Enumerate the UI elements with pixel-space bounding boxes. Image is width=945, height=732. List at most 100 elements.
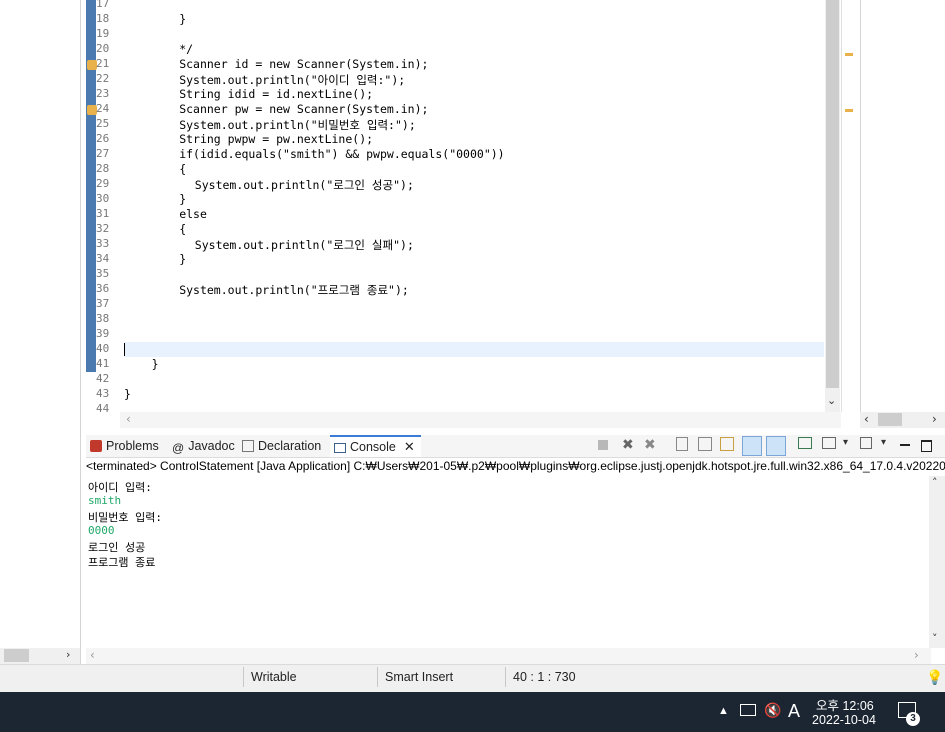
chevron-left-icon[interactable]: ‹ <box>126 412 131 426</box>
code-line[interactable]: String pwpw = pw.nextLine(); <box>179 132 373 146</box>
editor-vscroll[interactable]: ⌄ <box>825 0 840 412</box>
line-number: 17 <box>96 0 110 10</box>
console-input-line: smith <box>88 494 122 507</box>
console-process-label: <terminated> ControlStatement [Java Appl… <box>86 459 945 473</box>
problems-icon <box>90 440 102 452</box>
chevron-right-icon[interactable]: › <box>66 648 70 661</box>
notification-badge: 3 <box>906 712 920 726</box>
console-output-line: 로그인 성공 <box>88 541 146 554</box>
word-wrap-icon[interactable] <box>720 437 734 451</box>
package-explorer-pane <box>0 0 81 664</box>
clear-console-icon[interactable] <box>676 437 688 451</box>
current-line-highlight <box>124 342 824 357</box>
speaker-muted-icon[interactable]: 🔇 <box>764 702 781 719</box>
remove-launch-icon[interactable]: ✖ <box>622 437 638 453</box>
chevron-up-icon[interactable]: ▲ <box>718 705 729 717</box>
maximize-icon[interactable] <box>921 440 932 452</box>
code-line[interactable]: } <box>124 387 131 401</box>
console-icon <box>334 443 346 453</box>
warning-marker[interactable] <box>845 109 853 112</box>
chevron-right-icon[interactable]: › <box>932 412 937 426</box>
cursor-position[interactable]: 40 : 1 : 730 <box>513 670 576 684</box>
declaration-icon <box>242 440 254 452</box>
console-output-line: 프로그램 종료 <box>88 556 156 569</box>
chevron-up-icon[interactable]: ˄ <box>932 476 938 489</box>
code-line[interactable]: */ <box>179 42 193 56</box>
code-line[interactable]: { <box>179 222 186 236</box>
outline-hscroll[interactable]: ‹ › <box>860 412 945 428</box>
status-bar: Writable Smart Insert 40 : 1 : 730 💡 <box>0 664 945 693</box>
chevron-down-icon[interactable]: ⌄ <box>827 394 836 407</box>
code-line[interactable]: { <box>179 162 186 176</box>
console-vscroll[interactable]: ˄ ˅ <box>929 476 945 648</box>
code-line[interactable]: System.out.println("프로그램 종료"); <box>179 282 409 298</box>
scroll-thumb[interactable] <box>4 649 29 662</box>
chevron-down-icon[interactable]: ▾ <box>881 437 897 453</box>
console-hscroll[interactable]: ‹ › <box>86 648 931 664</box>
ime-indicator[interactable]: A <box>788 701 800 722</box>
code-line[interactable]: if(idid.equals("smith") && pwpw.equals("… <box>179 147 504 161</box>
chevron-down-icon[interactable]: ▾ <box>843 437 859 453</box>
code-line[interactable]: } <box>152 357 159 371</box>
display-console-icon[interactable] <box>822 437 836 449</box>
line-number: 27 <box>96 147 110 160</box>
minimize-icon[interactable] <box>900 444 910 446</box>
show-on-error-icon[interactable] <box>766 436 786 456</box>
windows-taskbar: ▲ 🔇 A 오후 12:06 2022-10-04 3 <box>0 692 945 732</box>
chevron-right-icon[interactable]: › <box>914 648 919 662</box>
code-line[interactable]: Scanner pw = new Scanner(System.in); <box>179 102 428 116</box>
clock-date[interactable]: 2022-10-04 <box>812 713 876 727</box>
code-line[interactable]: } <box>179 192 186 206</box>
package-explorer-hscroll[interactable]: › <box>0 648 80 664</box>
code-line[interactable]: System.out.println("로그인 성공"); <box>195 177 414 193</box>
overview-ruler[interactable] <box>841 0 858 412</box>
tab-console[interactable]: Console ✕ <box>330 435 421 457</box>
scroll-thumb[interactable] <box>826 0 839 388</box>
code-line[interactable]: } <box>179 252 186 266</box>
line-number: 21 <box>96 57 110 70</box>
line-number: 19 <box>96 27 110 40</box>
code-line[interactable]: else <box>179 207 207 221</box>
remove-all-icon[interactable]: ✖ <box>644 437 660 453</box>
writable-status: Writable <box>251 670 297 684</box>
tab-javadoc[interactable]: @ Javadoc <box>172 435 235 457</box>
chevron-left-icon[interactable]: ‹ <box>864 412 869 426</box>
line-number: 31 <box>96 207 110 220</box>
divider <box>377 667 378 687</box>
clock-time[interactable]: 오후 12:06 <box>816 695 874 714</box>
divider <box>243 667 244 687</box>
line-number: 29 <box>96 177 110 190</box>
tab-problems[interactable]: Problems <box>90 435 159 457</box>
chevron-left-icon[interactable]: ‹ <box>90 648 95 662</box>
chevron-down-icon[interactable]: ˅ <box>932 632 938 645</box>
terminate-icon[interactable] <box>598 440 608 450</box>
code-line[interactable]: String idid = id.nextLine(); <box>179 87 373 101</box>
line-number: 41 <box>96 357 110 370</box>
line-number: 38 <box>96 312 110 325</box>
code-line[interactable]: } <box>179 12 186 26</box>
close-icon[interactable]: ✕ <box>404 439 415 454</box>
editor-hscroll[interactable]: ‹ <box>120 412 841 428</box>
scroll-lock-icon[interactable] <box>698 437 712 451</box>
new-console-icon[interactable] <box>860 437 872 449</box>
code-line[interactable]: System.out.println("로그인 실패"); <box>195 237 414 253</box>
console-output[interactable]: 아이디 입력: smith 비밀번호 입력: 0000 로그인 성공 프로그램 종료 <box>86 476 931 648</box>
lightbulb-icon[interactable]: 💡 <box>926 669 943 686</box>
network-icon[interactable] <box>740 704 756 716</box>
console-output-line: 아이디 입력: <box>88 481 152 494</box>
insert-mode-status[interactable]: Smart Insert <box>385 670 453 684</box>
line-number: 20 <box>96 42 110 55</box>
line-number: 35 <box>96 267 110 280</box>
line-number: 34 <box>96 252 110 265</box>
console-output-line: 비밀번호 입력: <box>88 511 162 524</box>
scroll-thumb[interactable] <box>878 413 902 426</box>
pin-console-icon[interactable] <box>798 437 812 449</box>
code-line[interactable]: System.out.println("비밀번호 입력:"); <box>179 117 416 133</box>
show-on-output-icon[interactable] <box>742 436 762 456</box>
code-line[interactable]: System.out.println("아이디 입력:"); <box>179 72 405 88</box>
code-line[interactable]: Scanner id = new Scanner(System.in); <box>179 57 428 71</box>
line-number: 23 <box>96 87 110 100</box>
warning-marker[interactable] <box>845 53 853 56</box>
line-number: 30 <box>96 192 110 205</box>
tab-declaration[interactable]: Declaration <box>242 435 321 457</box>
